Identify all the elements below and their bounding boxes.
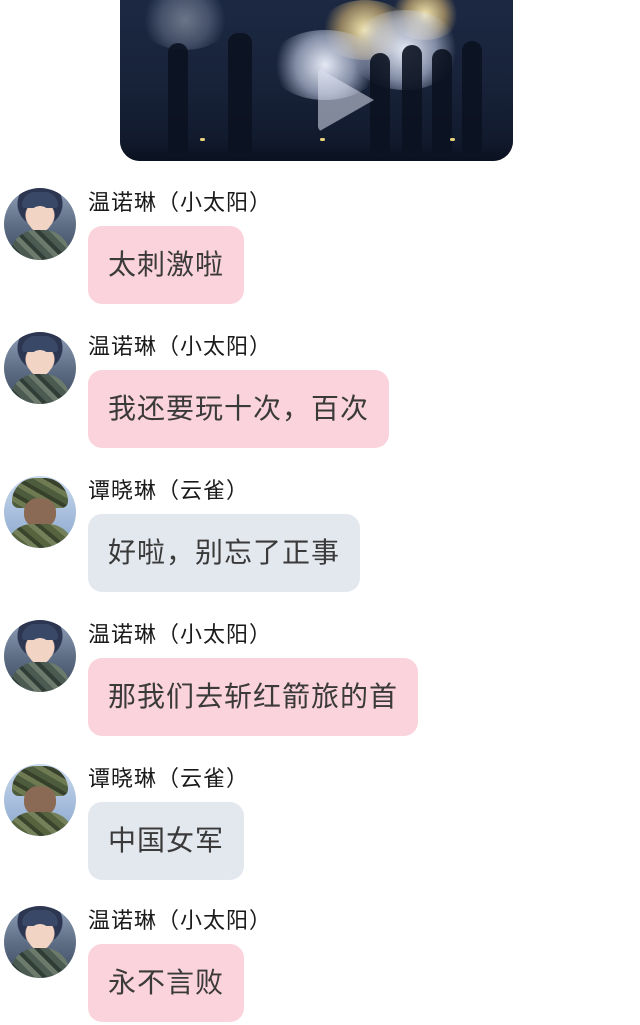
uniform bbox=[6, 524, 74, 548]
face bbox=[28, 350, 52, 376]
face bbox=[28, 206, 52, 232]
message-bubble[interactable]: 永不言败 bbox=[88, 944, 245, 1022]
sender-name: 温诺琳（小太阳） bbox=[88, 623, 273, 648]
soldier-silhouette bbox=[228, 33, 252, 153]
avatar[interactable] bbox=[4, 764, 76, 836]
uniform bbox=[10, 948, 70, 978]
face bbox=[28, 638, 52, 664]
soldier-silhouette bbox=[402, 45, 422, 153]
soldier-silhouette bbox=[432, 49, 452, 153]
avatar[interactable] bbox=[4, 620, 76, 692]
sender-name: 谭晓琳（云雀） bbox=[88, 479, 250, 504]
ground-light bbox=[320, 138, 325, 141]
message-bubble[interactable]: 那我们去斩红箭旅的首 bbox=[88, 658, 419, 736]
avatar[interactable] bbox=[4, 332, 76, 404]
chat-screen: 温诺琳（小太阳） 太刺激啦 温诺琳（小太阳） 我还要玩十次，百次 谭晓琳（云雀）… bbox=[0, 0, 640, 1025]
ground-light bbox=[200, 138, 205, 141]
sender-name: 温诺琳（小太阳） bbox=[88, 909, 273, 934]
message-bubble[interactable]: 中国女军 bbox=[88, 802, 245, 880]
sender-name: 温诺琳（小太阳） bbox=[88, 335, 273, 360]
soldier-silhouette bbox=[462, 41, 482, 153]
avatar[interactable] bbox=[4, 906, 76, 978]
message-bubble[interactable]: 我还要玩十次，百次 bbox=[88, 370, 390, 448]
message-bubble[interactable]: 好啦，别忘了正事 bbox=[88, 514, 361, 592]
uniform bbox=[10, 662, 70, 692]
sender-name: 温诺琳（小太阳） bbox=[88, 191, 273, 216]
sender-name: 谭晓琳（云雀） bbox=[88, 767, 250, 792]
face bbox=[28, 924, 52, 950]
smoke-cloud bbox=[140, 0, 230, 50]
soldier-silhouette bbox=[168, 43, 188, 153]
uniform bbox=[10, 230, 70, 260]
ground-light bbox=[450, 138, 455, 141]
uniform bbox=[6, 812, 74, 836]
avatar[interactable] bbox=[4, 188, 76, 260]
play-icon[interactable] bbox=[318, 68, 374, 132]
uniform bbox=[10, 374, 70, 404]
message-bubble[interactable]: 太刺激啦 bbox=[88, 226, 245, 304]
video-message-thumbnail[interactable] bbox=[120, 0, 513, 161]
avatar[interactable] bbox=[4, 476, 76, 548]
